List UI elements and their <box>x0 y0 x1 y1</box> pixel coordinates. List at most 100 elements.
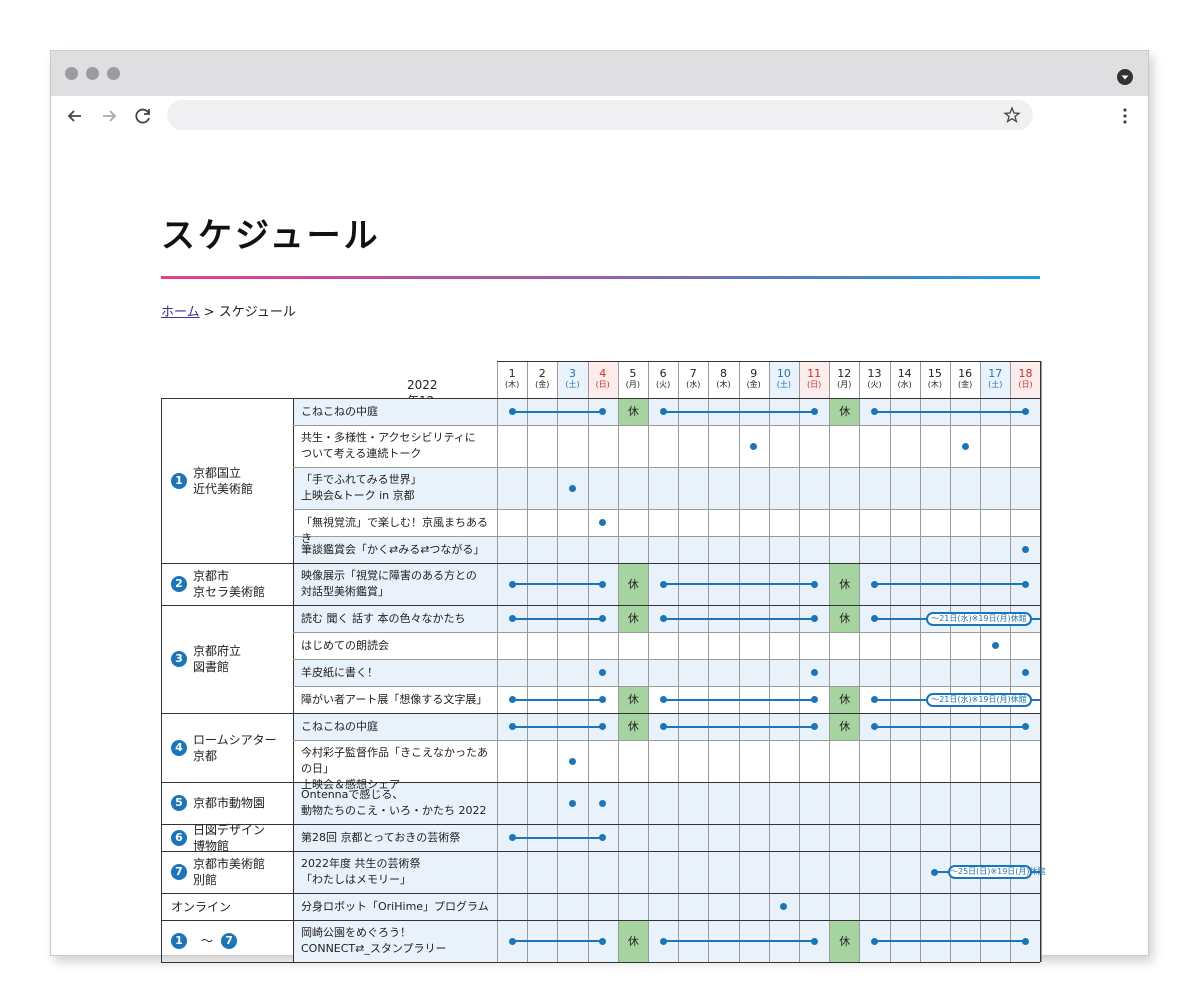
venue-name: ロームシアター 京都 <box>193 732 277 764</box>
grid-line <box>527 361 529 962</box>
event-date-dot[interactable] <box>1022 546 1029 553</box>
event-period-bar[interactable] <box>512 725 603 728</box>
event-period-bar[interactable] <box>663 617 815 620</box>
grid-line <box>557 361 559 962</box>
venue-name-line: 京都 <box>193 748 218 763</box>
event-name-line: ついて考える連続トーク <box>301 447 422 460</box>
star-icon[interactable] <box>1003 106 1021 124</box>
event-period-bar[interactable] <box>663 698 815 701</box>
event-period-start-dot <box>871 723 878 730</box>
event-period-bar[interactable] <box>512 940 603 942</box>
event-name[interactable]: Ontennaで感じる、 動物たちのこえ・いろ・かたち 2022 <box>301 787 495 819</box>
event-period-start-dot <box>508 615 516 622</box>
event-date-dot[interactable] <box>599 799 607 807</box>
event-name[interactable]: 第28回 京都とっておきの芸術祭 <box>301 830 495 846</box>
weekday-label: (月) <box>837 380 852 389</box>
day-number: 6 <box>659 367 667 380</box>
kebab-icon[interactable] <box>1117 104 1133 128</box>
event-name[interactable]: 障がい者アート展「想像する文字展」 <box>301 692 495 708</box>
breadcrumb-current: スケジュール <box>218 305 296 320</box>
breadcrumb-home-link[interactable]: ホーム <box>161 305 200 320</box>
day-number: 13 <box>867 367 882 380</box>
event-name[interactable]: 「手でふれてみる世界」 上映会&トーク in 京都 <box>301 472 495 504</box>
day-header-2: 2 (金) <box>527 361 558 398</box>
weekday-label: (日) <box>595 380 610 389</box>
weekday-label: (日) <box>806 380 822 389</box>
venue-name-line: 京都市美術館 <box>193 857 266 871</box>
event-period-bar[interactable] <box>874 940 1026 942</box>
day-header-12: 12 (月) <box>829 361 860 398</box>
day-header-17: 17 (土) <box>980 361 1011 398</box>
weekday-label: (水) <box>897 380 912 389</box>
event-period-end-dot <box>599 937 607 945</box>
event-date-dot[interactable] <box>810 669 818 676</box>
event-period-bar[interactable] <box>663 583 815 585</box>
browser-window: スケジュール ホーム > スケジュール 2022年12月1(木)2(金)3(土)… <box>50 50 1149 963</box>
weekday-label: (金) <box>746 380 761 389</box>
arrow-left-icon[interactable] <box>63 104 87 128</box>
event-date-dot[interactable] <box>961 442 969 450</box>
event-period-bar[interactable] <box>874 725 1026 728</box>
address-bar[interactable] <box>167 100 1033 130</box>
venue-number-badge: 1 <box>171 933 187 949</box>
event-period-bar[interactable] <box>663 940 815 942</box>
event-period-bar[interactable] <box>512 410 603 413</box>
closed-day-cell: 休 <box>830 564 860 605</box>
event-name[interactable]: こねこねの中庭 <box>301 404 495 420</box>
event-name[interactable]: 筆談鑑賞会「かく⇄みる⇄つながる」 <box>301 542 495 558</box>
event-period-bar[interactable] <box>874 583 1026 585</box>
venue-name-line: 京都市 <box>193 569 230 583</box>
event-date-dot[interactable] <box>750 442 758 450</box>
venue-number-badge: 1 <box>171 472 187 489</box>
period-continues-badge: 〜25日(日)※19日(月)休館 <box>948 865 1046 879</box>
event-name[interactable]: はじめての朗読会 <box>301 638 495 654</box>
event-name[interactable]: 読む 聞く 話す 本の色々なかたち <box>301 611 495 627</box>
day-number: 7 <box>689 367 697 380</box>
arrow-right-icon[interactable] <box>97 104 121 128</box>
closed-day-cell: 休 <box>830 921 860 962</box>
day-number: 14 <box>897 367 912 380</box>
event-date-dot[interactable] <box>569 757 576 765</box>
event-name[interactable]: 分身ロボット「OriHime」プログラム <box>301 899 495 915</box>
event-date-dot[interactable] <box>569 484 576 492</box>
reload-icon[interactable] <box>131 104 155 128</box>
window-maximize-dot[interactable] <box>107 67 120 80</box>
event-period-start-dot <box>871 937 878 945</box>
grid-line <box>293 659 1040 660</box>
grid-line <box>161 563 1040 564</box>
day-number: 17 <box>988 367 1003 380</box>
window-minimize-dot[interactable] <box>86 67 99 80</box>
event-name[interactable]: こねこねの中庭 <box>301 719 495 735</box>
event-name[interactable]: 羊皮紙に書く！ <box>301 665 495 681</box>
event-period-bar[interactable] <box>512 617 603 620</box>
event-name[interactable]: 今村彩子監督作品「きこえなかったあの日」 上映会＆感想シェア <box>301 745 495 793</box>
event-period-end-dot <box>810 615 818 622</box>
event-period-end-dot <box>810 580 818 588</box>
window-close-dot[interactable] <box>65 67 78 80</box>
event-period-bar[interactable] <box>663 410 815 413</box>
event-period-bar[interactable] <box>874 410 1026 413</box>
venue-name: 京都市 京セラ美術館 <box>193 568 265 600</box>
grid-line <box>829 361 831 962</box>
event-name-line: 読む 聞く 話す 本の色々なかたち <box>301 611 466 625</box>
event-date-dot[interactable] <box>991 642 999 649</box>
dropdown-circle-icon[interactable] <box>1117 69 1133 85</box>
breadcrumb-separator: > <box>199 305 219 320</box>
event-date-dot[interactable] <box>1022 669 1029 676</box>
event-period-start-dot <box>659 723 667 730</box>
event-period-bar[interactable] <box>512 836 603 839</box>
day-number: 1 <box>508 367 516 380</box>
event-period-bar[interactable] <box>663 725 815 728</box>
event-name[interactable]: 2022年度 共生の芸術祭 「わたしはメモリー」 <box>301 856 495 888</box>
event-date-dot[interactable] <box>599 519 607 526</box>
grid-line <box>768 361 770 962</box>
event-name-line: 動物たちのこえ・いろ・かたち 2022 <box>301 804 487 817</box>
event-period-bar[interactable] <box>512 583 603 585</box>
event-date-dot[interactable] <box>569 799 576 807</box>
venue-label: 1 京都国立 近代美術館 <box>171 398 291 563</box>
event-period-bar[interactable] <box>512 698 603 701</box>
event-name[interactable]: 岡崎公園をめぐろう！ CONNECT⇄_スタンプラリー <box>301 925 495 957</box>
venue-name: 京都国立 近代美術館 <box>193 465 253 497</box>
event-name[interactable]: 共生・多様性・アクセシビリティに ついて考える連続トーク <box>301 430 495 462</box>
event-name[interactable]: 映像展示「視覚に障害のある方との 対話型美術鑑賞」 <box>301 568 495 600</box>
